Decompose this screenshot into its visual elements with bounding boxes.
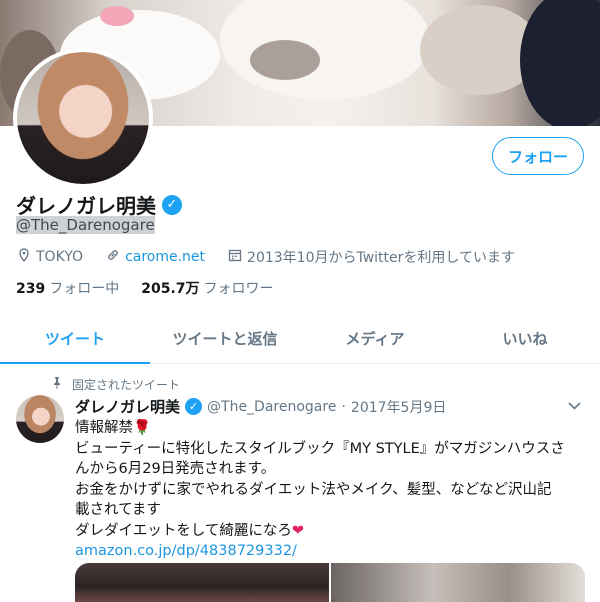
profile-name-text: ダレノガレ明美 (16, 194, 156, 218)
tab-tweets-and-replies[interactable]: ツイートと返信 (150, 314, 300, 363)
profile-name: ダレノガレ明美 ✓ (16, 190, 182, 219)
tweet-media[interactable] (75, 563, 585, 602)
profile-tabs: ツイート ツイートと返信 メディア いいね (0, 314, 600, 364)
tweet-author-handle[interactable]: @The_Darenogare (207, 399, 336, 415)
tweet-header: ダレノガレ明美 ✓ @The_Darenogare · 2017年5月9日 (75, 396, 446, 417)
followers-stat[interactable]: 205.7万 フォロワー (141, 278, 273, 298)
tweet-media-image[interactable] (331, 563, 585, 602)
tweet-line: ダレダイエットをして綺麗になろ (75, 522, 292, 539)
profile-stats: 239 フォロー中 205.7万 フォロワー (16, 278, 274, 298)
pin-icon (52, 377, 62, 392)
tweet-line: 情報解禁 (75, 420, 133, 436)
tab-media[interactable]: メディア (300, 314, 450, 363)
tweet-separator: · (341, 398, 346, 415)
tab-likes[interactable]: いいね (450, 314, 600, 363)
rose-emoji-icon: 🌹 (133, 420, 152, 436)
tweet-line: んから6月29日発売されます。 (75, 461, 276, 477)
verified-badge-icon: ✓ (162, 194, 182, 215)
location-pin-icon (16, 248, 32, 266)
tweet-link[interactable]: amazon.co.jp/dp/4838729332/ (75, 541, 585, 562)
profile-website-link[interactable]: carome.net (125, 249, 205, 265)
pinned-tweet-label: 固定されたツイート (52, 376, 180, 393)
calendar-icon (227, 248, 243, 266)
profile-meta: TOKYO carome.net 2013年10月からTwitterを利用してい… (16, 247, 515, 267)
tweet-date[interactable]: 2017年5月9日 (351, 397, 446, 417)
profile-joined-date: 2013年10月からTwitterを利用しています (247, 250, 515, 266)
tweet-line: 載されてます (75, 502, 161, 518)
follow-button[interactable]: フォロー (492, 137, 584, 175)
tweet-text: 情報解禁🌹 ビューティーに特化したスタイルブック『MY STYLE』がマガジンハ… (75, 418, 585, 562)
profile-avatar[interactable] (13, 48, 153, 188)
tweet-line: お金をかけずに家でやれるダイエット法やメイク、髪型、などなど沢山記 (75, 481, 552, 498)
profile-location: TOKYO (36, 249, 84, 265)
tweet-media-image[interactable] (75, 563, 329, 602)
tweet-author-name[interactable]: ダレノガレ明美 (75, 396, 180, 417)
verified-badge-icon: ✓ (185, 398, 203, 415)
heart-emoji-icon: ❤ (291, 522, 305, 539)
profile-handle: @The_Darenogare (16, 216, 155, 234)
tweet-line: ビューティーに特化したスタイルブック『MY STYLE』がマガジンハウスさ (75, 440, 565, 457)
chevron-down-icon[interactable] (568, 398, 581, 414)
following-stat[interactable]: 239 フォロー中 (16, 278, 119, 298)
tab-tweets[interactable]: ツイート (0, 314, 150, 364)
link-icon (105, 248, 121, 266)
tweet-author-avatar[interactable] (16, 395, 64, 443)
